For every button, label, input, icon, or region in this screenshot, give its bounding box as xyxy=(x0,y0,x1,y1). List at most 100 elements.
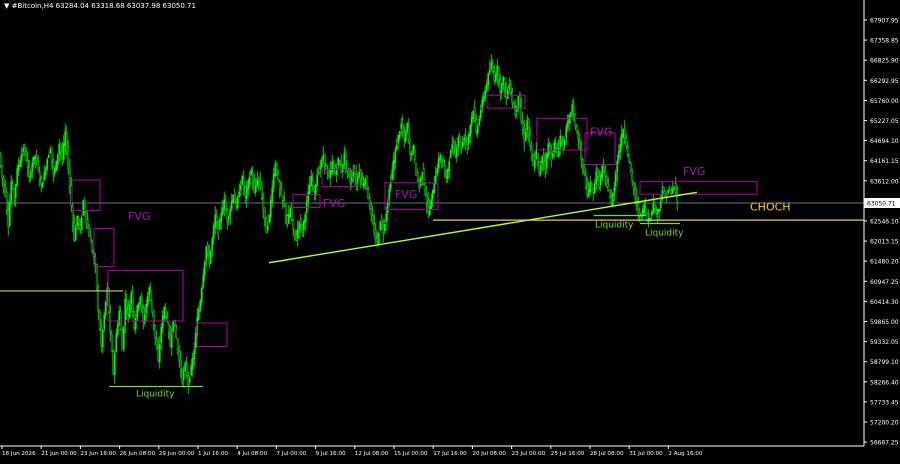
candle-body xyxy=(403,132,406,139)
time-axis-label: 25 Jul 16:00 xyxy=(551,451,585,457)
candle-body xyxy=(449,149,452,158)
candle-body xyxy=(485,83,488,91)
candle-body xyxy=(58,144,61,154)
candle-body xyxy=(8,202,11,226)
fvg-zone-box[interactable] xyxy=(639,181,758,195)
candle-body xyxy=(322,155,325,160)
candle-body xyxy=(470,116,473,126)
candle-body xyxy=(502,77,505,85)
fvg-label: FVG xyxy=(683,165,705,178)
candle-body xyxy=(572,107,575,114)
candle-body xyxy=(65,132,68,148)
time-axis-label: 31 Jul 00:00 xyxy=(629,451,663,457)
chart-window[interactable]: 67907.95 67358.85 66825.90 66292.95 65760.00… xyxy=(0,0,900,460)
candle-body xyxy=(406,123,409,132)
fvg-zone-box[interactable] xyxy=(71,179,101,212)
candle-body xyxy=(626,145,629,156)
candle-body xyxy=(407,126,410,140)
candle-body xyxy=(559,135,562,147)
candle-body xyxy=(334,166,337,175)
candle-body xyxy=(199,300,202,311)
candle-body xyxy=(362,183,365,188)
candle-body xyxy=(175,329,178,339)
candle-body xyxy=(241,176,244,185)
candle-body xyxy=(370,207,373,215)
candle-body xyxy=(340,163,343,173)
candle-body xyxy=(178,351,181,361)
candle-body xyxy=(128,304,131,318)
fvg-zone-box[interactable] xyxy=(93,227,115,268)
candle-body xyxy=(368,198,371,206)
price-chart[interactable]: 67907.95 67358.85 66825.90 66292.95 65760.00… xyxy=(0,0,900,460)
candle-body xyxy=(125,301,128,311)
time-axis-label: 28 Jul 08:00 xyxy=(590,451,624,457)
candle-body xyxy=(394,149,397,164)
candle-body xyxy=(541,156,544,164)
candle-body xyxy=(659,201,662,209)
candle-body xyxy=(43,172,46,181)
candle-body xyxy=(668,187,671,191)
candle-body xyxy=(286,215,289,225)
candle-body xyxy=(215,216,218,223)
candle-body xyxy=(458,136,461,142)
candle-body xyxy=(509,84,512,95)
candle-body xyxy=(263,207,266,219)
candle-body xyxy=(395,145,398,151)
candle-body xyxy=(464,136,467,141)
liquidity-label: Liquidity xyxy=(595,221,634,231)
dropdown-triangle-icon[interactable]: ▼ xyxy=(4,2,12,10)
candle-body xyxy=(487,73,490,85)
candle-body xyxy=(323,153,326,166)
candle-body xyxy=(598,176,601,189)
candle-body xyxy=(437,158,440,169)
candle-body xyxy=(134,318,137,329)
candle-body xyxy=(208,253,211,264)
candle-body xyxy=(226,209,229,222)
candle-body xyxy=(527,119,530,136)
candle-body xyxy=(634,187,637,198)
candle-body xyxy=(326,171,329,174)
candle-body xyxy=(164,307,167,318)
candle-body xyxy=(616,160,619,172)
candle-body xyxy=(377,233,380,246)
candle-body xyxy=(488,69,491,74)
candle-body xyxy=(409,142,412,155)
fvg-zone-box[interactable] xyxy=(196,322,228,348)
candle-body xyxy=(463,137,466,141)
price-axis-label: 66292.95 xyxy=(870,78,899,85)
chart-header: ▼ #Bitcoin,H4 63284.04 63318.68 63037.98… xyxy=(4,2,196,10)
candle-body xyxy=(476,126,479,134)
candle-body xyxy=(451,144,454,150)
candle-body xyxy=(283,199,286,205)
candle-body xyxy=(332,164,335,169)
candle-body xyxy=(445,172,448,177)
candle-body xyxy=(482,97,485,102)
candle-body xyxy=(154,324,157,339)
candle-body xyxy=(59,143,62,153)
candle-body xyxy=(497,67,500,82)
candle-body xyxy=(137,303,140,310)
candle-body xyxy=(217,221,220,235)
candle-body xyxy=(493,71,496,82)
candle-body xyxy=(325,163,328,170)
candle-body xyxy=(13,189,16,199)
candle-body xyxy=(5,192,8,211)
candle-body xyxy=(104,301,107,316)
candle-body xyxy=(599,175,602,185)
candle-body xyxy=(452,141,455,153)
candle-body xyxy=(209,250,212,264)
candle-body xyxy=(533,160,536,169)
candle-body xyxy=(166,317,169,321)
candle-body xyxy=(317,172,320,174)
candle-body xyxy=(521,120,524,131)
candle-body xyxy=(652,203,655,213)
candle-body xyxy=(211,238,214,251)
candle-body xyxy=(227,216,230,220)
candle-body xyxy=(391,170,394,179)
candle-body xyxy=(116,324,119,335)
candle-body xyxy=(629,162,632,171)
candle-body xyxy=(350,177,353,182)
candle-body xyxy=(587,188,590,197)
candle-body xyxy=(379,221,382,231)
candle-body xyxy=(551,153,554,158)
